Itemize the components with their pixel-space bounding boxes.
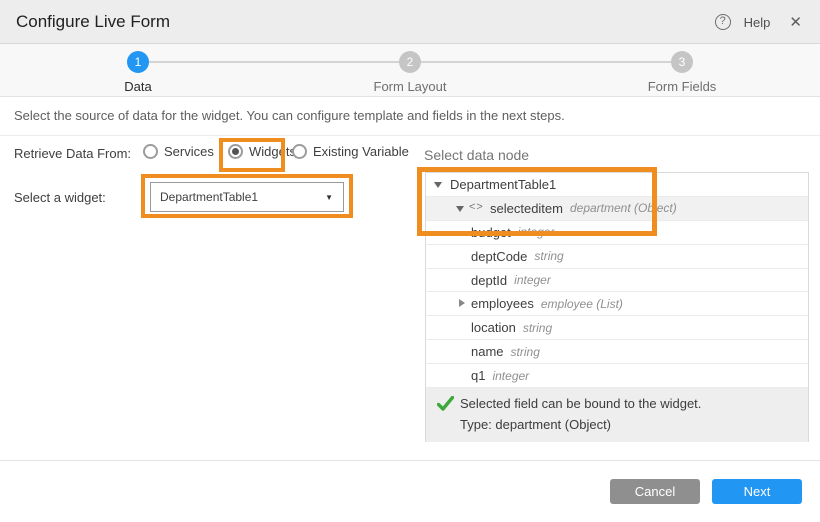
step-2-label: Form Layout (350, 79, 470, 94)
tree-node-name: q1 (471, 368, 485, 383)
tree-node-name: location (471, 320, 516, 335)
intro-text: Select the source of data for the widget… (14, 108, 565, 123)
next-button[interactable]: Next (712, 479, 802, 504)
tree-row-employees[interactable]: employees employee (List) (426, 292, 808, 316)
step-1-label: Data (78, 79, 198, 94)
header-actions: ? Help ✕ (715, 0, 802, 44)
radio-services-label: Services (164, 144, 214, 159)
step-2-circle: 2 (399, 51, 421, 73)
tree-row-deptcode[interactable]: deptCode string (426, 245, 808, 269)
tree-row-departmenttable1[interactable]: DepartmentTable1 (426, 173, 808, 197)
tree-row-budget[interactable]: budget integer (426, 221, 808, 245)
radio-widgets-icon (228, 144, 243, 159)
step-3-label: Form Fields (622, 79, 742, 94)
data-node-tree: DepartmentTable1 <> selecteditem departm… (425, 172, 809, 442)
step-1-circle: 1 (127, 51, 149, 73)
tree-row-location[interactable]: location string (426, 316, 808, 340)
radio-services-icon (143, 144, 158, 159)
caret-down-icon[interactable] (456, 206, 464, 212)
intro-section: Select the source of data for the widget… (0, 97, 820, 136)
tree-row-q1[interactable]: q1 integer (426, 364, 808, 388)
radio-services[interactable]: Services (143, 144, 214, 159)
tree-node-type: integer (492, 369, 529, 383)
configure-live-form-dialog: Configure Live Form ? Help ✕ 1 Data 2 Fo… (0, 0, 820, 522)
tree-node-name: name (471, 344, 504, 359)
radio-widgets[interactable]: Widgets (228, 144, 296, 159)
footer-divider (0, 460, 820, 461)
tree-row-selecteditem[interactable]: <> selecteditem department (Object) (426, 197, 808, 221)
caret-down-icon[interactable] (434, 182, 442, 188)
tree-node-name: budget (471, 225, 511, 240)
select-data-node-heading: Select data node (424, 147, 529, 163)
tree-row-deptid[interactable]: deptId integer (426, 269, 808, 293)
wizard-stepper: 1 Data 2 Form Layout 3 Form Fields (0, 44, 820, 97)
step-data[interactable]: 1 Data (78, 51, 198, 94)
tree-node-name: deptId (471, 273, 507, 288)
tree-row-name[interactable]: name string (426, 340, 808, 364)
tree-node-type: string (534, 249, 563, 263)
check-icon (437, 396, 454, 411)
binding-status-type: Type: department (Object) (460, 417, 611, 432)
tree-node-type: string (511, 345, 540, 359)
retrieve-data-from-label: Retrieve Data From: (14, 146, 131, 161)
tree-node-type: employee (List) (541, 297, 623, 311)
help-button[interactable]: Help (744, 15, 771, 30)
tree-node-type: department (Object) (570, 201, 677, 215)
binding-status-panel: Selected field can be bound to the widge… (426, 388, 808, 442)
cancel-button[interactable]: Cancel (610, 479, 700, 504)
binding-status-message: Selected field can be bound to the widge… (460, 396, 701, 411)
tree-node-type: integer (514, 273, 551, 287)
dropdown-arrow-icon: ▼ (325, 193, 333, 202)
code-icon: <> (469, 201, 484, 213)
step-3-circle: 3 (671, 51, 693, 73)
widget-dropdown-value: DepartmentTable1 (160, 190, 325, 204)
radio-existing-variable[interactable]: Existing Variable (292, 144, 409, 159)
help-icon[interactable]: ? (715, 14, 731, 30)
tree-node-name: employees (471, 296, 534, 311)
close-icon[interactable]: ✕ (789, 13, 802, 31)
select-widget-label: Select a widget: (14, 190, 106, 205)
tree-node-name: selecteditem (490, 201, 563, 216)
tree-node-name: deptCode (471, 249, 527, 264)
caret-right-icon[interactable] (459, 299, 465, 307)
dialog-header: Configure Live Form ? Help ✕ (0, 0, 820, 44)
radio-widgets-label: Widgets (249, 144, 296, 159)
dialog-title: Configure Live Form (16, 12, 170, 32)
tree-node-type: string (523, 321, 552, 335)
step-form-fields[interactable]: 3 Form Fields (622, 51, 742, 94)
step-form-layout[interactable]: 2 Form Layout (350, 51, 470, 94)
radio-existing-variable-label: Existing Variable (313, 144, 409, 159)
tree-node-name: DepartmentTable1 (450, 177, 556, 192)
widget-dropdown[interactable]: DepartmentTable1 ▼ (150, 182, 344, 212)
tree-node-type: integer (518, 225, 555, 239)
radio-existing-variable-icon (292, 144, 307, 159)
